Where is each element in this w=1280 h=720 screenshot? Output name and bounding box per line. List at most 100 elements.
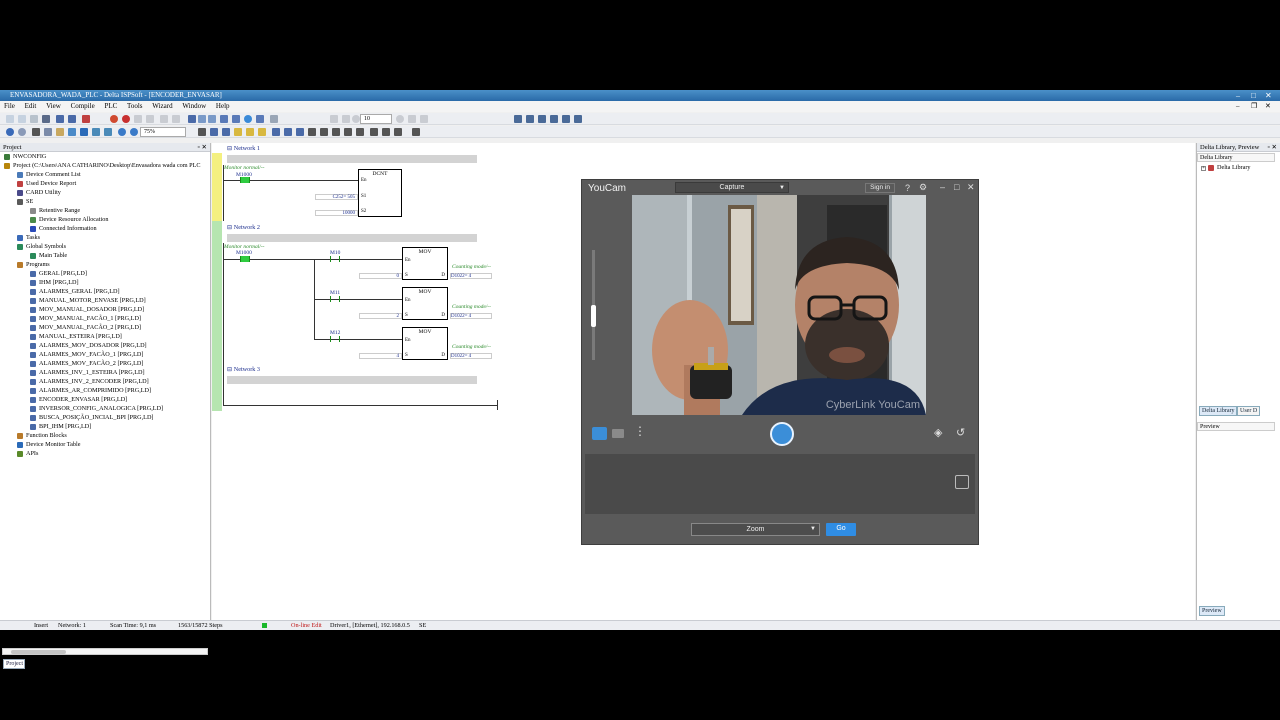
menu-window[interactable]: Window [182, 101, 206, 112]
comm-icon[interactable] [256, 115, 264, 123]
tree-item[interactable]: MOV_MANUAL_DOSADOR [PRG,LD] [30, 306, 144, 314]
copy-icon[interactable] [44, 128, 52, 136]
monitor2-icon[interactable] [208, 115, 216, 123]
stop-icon[interactable] [110, 115, 118, 123]
zoom-out-icon[interactable] [130, 128, 138, 136]
gear-icon[interactable]: ⚙ [919, 182, 927, 192]
tree-item[interactable]: Connected Information [30, 225, 97, 233]
menu-wizard[interactable]: Wizard [152, 101, 172, 112]
tree-item[interactable]: INVERSOR_CONFIG_ANALOGICA [PRG,LD] [30, 405, 163, 413]
tool-icon[interactable] [330, 115, 338, 123]
line-icon[interactable] [394, 128, 402, 136]
n1-contact[interactable] [240, 177, 250, 183]
view1-icon[interactable] [56, 115, 64, 123]
capture-shutter-button[interactable] [770, 422, 794, 446]
menu-tools[interactable]: Tools [127, 101, 142, 112]
download-icon[interactable] [232, 115, 240, 123]
tree-item[interactable]: BPI_IHM [PRG,LD] [30, 423, 91, 431]
replace-icon[interactable] [80, 128, 88, 136]
dcnt-block[interactable]: DCNT En S1 S2 [358, 169, 402, 217]
tree-item[interactable]: Programs [17, 261, 50, 269]
grid-icon[interactable] [955, 475, 969, 489]
help-icon[interactable]: ? [905, 183, 910, 193]
mov-block-3[interactable]: MOV En S D [402, 327, 448, 360]
function-icon[interactable] [344, 128, 352, 136]
window-layout-icon[interactable] [550, 115, 558, 123]
ladder-tool-icon[interactable] [210, 128, 218, 136]
monitor-icon[interactable] [198, 115, 206, 123]
coil-icon[interactable] [332, 128, 340, 136]
save-icon[interactable] [30, 115, 38, 123]
tree-item[interactable]: APIs [17, 450, 38, 458]
tree-item[interactable]: NWCONFIG [4, 153, 46, 161]
doc-minimize-button[interactable]: – [1236, 101, 1240, 112]
tree-item[interactable]: ALARMES_GERAL [PRG,LD] [30, 288, 120, 296]
maximize-icon[interactable]: □ [954, 182, 959, 192]
doc-close-button[interactable]: ✕ [1265, 101, 1271, 112]
tree-item[interactable]: MOV_MANUAL_FACÃO_2 [PRG,LD] [30, 324, 141, 332]
contact-no-icon[interactable] [308, 128, 316, 136]
ladder-tool-icon[interactable] [198, 128, 206, 136]
rung-2-out-value[interactable]: D1022= 4 [450, 313, 492, 319]
rung-3-contact[interactable] [330, 336, 340, 342]
close-button[interactable]: ✕ [1265, 90, 1272, 101]
tree-item[interactable]: ALARMES_MOV_FACÃO_2 [PRG,LD] [30, 360, 143, 368]
tree-item[interactable]: ALARMES_MOV_DOSADOR [PRG,LD] [30, 342, 147, 350]
menu-edit[interactable]: Edit [25, 101, 37, 112]
tab-project[interactable]: Project [3, 659, 25, 669]
tab-preview[interactable]: Preview [1199, 606, 1225, 616]
tree-item[interactable]: SE [17, 198, 33, 206]
tree-item[interactable]: MANUAL_MOTOR_ENVASE [PRG,LD] [30, 297, 146, 305]
sign-in-button[interactable]: Sign in [865, 183, 895, 193]
network-2-comment-bar[interactable] [227, 234, 477, 242]
tree-item[interactable]: Device Resource Allocation [30, 216, 108, 224]
tree-item[interactable]: Project (C:\Users\ANA CATHARINO\Desktop\… [4, 162, 201, 170]
tree-item[interactable]: GERAL [PRG,LD] [30, 270, 87, 278]
cut-icon[interactable] [32, 128, 40, 136]
tree-item[interactable]: Function Blocks [17, 432, 67, 440]
tree-item[interactable]: MOV_MANUAL_FACÃO_1 [PRG,LD] [30, 315, 141, 323]
tree-item[interactable]: ENCODER_ENVASAR [PRG,LD] [30, 396, 127, 404]
erase-icon[interactable] [82, 115, 90, 123]
layers-icon[interactable]: ◈ [934, 426, 942, 439]
photo-mode-icon[interactable] [592, 427, 607, 440]
new-icon[interactable] [6, 115, 14, 123]
nav-back-icon[interactable] [6, 128, 14, 136]
network-1-comment-bar[interactable] [227, 155, 477, 163]
menu-help[interactable]: Help [216, 101, 230, 112]
go-button[interactable]: Go [826, 523, 856, 536]
tool-icon[interactable] [146, 115, 154, 123]
tree-item[interactable]: CARD Utility [17, 189, 61, 197]
ladder-tool-icon[interactable] [272, 128, 280, 136]
rung-3-in-value[interactable]: 4 [359, 353, 402, 359]
line-icon[interactable] [412, 128, 420, 136]
window-layout-icon[interactable] [526, 115, 534, 123]
paste-icon[interactable] [56, 128, 64, 136]
menu-plc[interactable]: PLC [104, 101, 117, 112]
online-icon[interactable] [188, 115, 196, 123]
window-layout-icon[interactable] [562, 115, 570, 123]
minimize-icon[interactable]: – [940, 182, 945, 192]
tree-item[interactable]: ALARMES_INV_2_ENCODER [PRG,LD] [30, 378, 149, 386]
window-layout-icon[interactable] [574, 115, 582, 123]
n2-contact[interactable] [240, 256, 250, 262]
network-3-header[interactable]: ⊟ Network 3 [227, 366, 260, 373]
tool-icon[interactable] [408, 115, 416, 123]
tool-icon[interactable] [342, 115, 350, 123]
tree-item[interactable]: MANUAL_ESTEIRA [PRG,LD] [30, 333, 122, 341]
tree-item[interactable]: Used Device Report [17, 180, 76, 188]
line-icon[interactable] [370, 128, 378, 136]
rung-1-contact[interactable] [330, 256, 340, 262]
scroll-thumb[interactable] [11, 650, 66, 654]
rung-1-in-value[interactable]: 0 [359, 273, 402, 279]
n1-s2-value[interactable]: 10000 [315, 210, 358, 216]
tree-item[interactable]: Tasks [17, 234, 40, 242]
find-icon[interactable] [68, 128, 76, 136]
n1-s1-value[interactable]: C252= 505 [315, 194, 358, 200]
window-layout-icon[interactable] [538, 115, 546, 123]
record-icon[interactable] [122, 115, 130, 123]
contact-nc-icon[interactable] [320, 128, 328, 136]
menu-compile[interactable]: Compile [71, 101, 95, 112]
maximize-button[interactable]: □ [1251, 90, 1256, 101]
tree-item[interactable]: ALARMES_AR_COMPRIMIDO [PRG,LD] [30, 387, 151, 395]
